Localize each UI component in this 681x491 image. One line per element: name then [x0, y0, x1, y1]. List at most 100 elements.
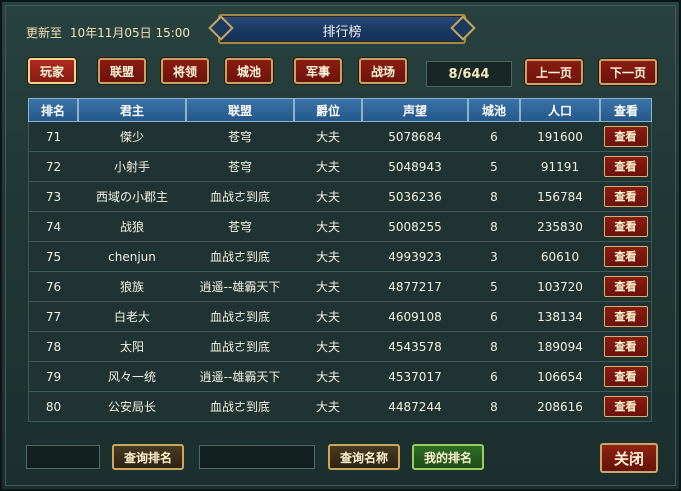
update-time: 更新至 10年11月05日 15:00 [26, 24, 194, 41]
table-header: 排名 君主 联盟 爵位 声望 城池 人口 查看 [28, 98, 652, 122]
prestige-cell: 4609108 [362, 302, 468, 332]
view-cell: 查看 [600, 242, 652, 272]
col-prestige: 声望 [362, 98, 468, 122]
lord-cell: 风々一统 [78, 362, 186, 392]
alliance-cell: 血战ㄜ到底 [186, 332, 294, 362]
table-row: 77 白老大 血战ㄜ到底 大夫 4609108 6 138134 查看 [28, 302, 652, 332]
lord-cell: 西域の小郡主 [78, 182, 186, 212]
view-cell: 查看 [600, 332, 652, 362]
tab-general[interactable]: 将领 [161, 58, 209, 84]
table-row: 74 战狼 苍穹 大夫 5008255 8 235830 查看 [28, 212, 652, 242]
next-page-button[interactable]: 下一页 [599, 59, 657, 85]
rank-cell: 75 [28, 242, 78, 272]
lord-cell: 太阳 [78, 332, 186, 362]
lord-cell: 狼族 [78, 272, 186, 302]
view-button[interactable]: 查看 [603, 186, 648, 207]
title-cell: 大夫 [294, 152, 362, 182]
cities-cell: 8 [468, 212, 520, 242]
table-row: 75 chenjun 血战ㄜ到底 大夫 4993923 3 60610 查看 [28, 242, 652, 272]
my-rank-button[interactable]: 我的排名 [412, 444, 484, 470]
alliance-cell: 血战ㄜ到底 [186, 242, 294, 272]
rank-cell: 71 [28, 122, 78, 152]
cities-cell: 8 [468, 392, 520, 422]
table-row: 80 公安局长 血战ㄜ到底 大夫 4487244 8 208616 查看 [28, 392, 652, 422]
alliance-cell: 苍穹 [186, 122, 294, 152]
prestige-cell: 5078684 [362, 122, 468, 152]
prestige-cell: 4537017 [362, 362, 468, 392]
query-name-button[interactable]: 查询名称 [328, 444, 400, 470]
population-cell: 91191 [520, 152, 600, 182]
view-button[interactable]: 查看 [603, 396, 648, 417]
title-cell: 大夫 [294, 362, 362, 392]
view-button[interactable]: 查看 [603, 156, 648, 177]
tab-player[interactable]: 玩家 [28, 58, 76, 84]
query-rank-button[interactable]: 查询排名 [112, 444, 184, 470]
rank-cell: 78 [28, 332, 78, 362]
cities-cell: 6 [468, 302, 520, 332]
cities-cell: 6 [468, 362, 520, 392]
close-button[interactable]: 关闭 [600, 443, 658, 473]
name-query-input[interactable] [199, 445, 315, 469]
population-cell: 208616 [520, 392, 600, 422]
population-cell: 60610 [520, 242, 600, 272]
prestige-cell: 4487244 [362, 392, 468, 422]
table-row: 71 傑少 苍穹 大夫 5078684 6 191600 查看 [28, 122, 652, 152]
view-button[interactable]: 查看 [603, 336, 648, 357]
lord-cell: 战狼 [78, 212, 186, 242]
cities-cell: 8 [468, 332, 520, 362]
population-cell: 106654 [520, 362, 600, 392]
prestige-cell: 5036236 [362, 182, 468, 212]
rank-cell: 72 [28, 152, 78, 182]
title-cell: 大夫 [294, 392, 362, 422]
tab-military[interactable]: 军事 [294, 58, 342, 84]
cities-cell: 3 [468, 242, 520, 272]
view-button[interactable]: 查看 [603, 216, 648, 237]
view-button[interactable]: 查看 [603, 306, 648, 327]
table-row: 73 西域の小郡主 血战ㄜ到底 大夫 5036236 8 156784 查看 [28, 182, 652, 212]
prev-page-button[interactable]: 上一页 [525, 59, 583, 85]
prestige-cell: 4877217 [362, 272, 468, 302]
alliance-cell: 苍穹 [186, 152, 294, 182]
lord-cell: 傑少 [78, 122, 186, 152]
page-indicator: 8/644 [426, 61, 512, 87]
prestige-cell: 4993923 [362, 242, 468, 272]
title-cell: 大夫 [294, 242, 362, 272]
population-cell: 235830 [520, 212, 600, 242]
lord-cell: 小射手 [78, 152, 186, 182]
title-cell: 大夫 [294, 272, 362, 302]
rank-cell: 73 [28, 182, 78, 212]
population-cell: 189094 [520, 332, 600, 362]
alliance-cell: 血战ㄜ到底 [186, 392, 294, 422]
lord-cell: 白老大 [78, 302, 186, 332]
prestige-cell: 4543578 [362, 332, 468, 362]
rank-cell: 77 [28, 302, 78, 332]
title-cell: 大夫 [294, 182, 362, 212]
title-plaque: 排行榜 [208, 14, 476, 44]
cities-cell: 5 [468, 272, 520, 302]
cities-cell: 8 [468, 182, 520, 212]
lord-cell: chenjun [78, 242, 186, 272]
lord-cell: 公安局长 [78, 392, 186, 422]
table-row: 78 太阳 血战ㄜ到底 大夫 4543578 8 189094 查看 [28, 332, 652, 362]
alliance-cell: 逍遥--雄霸天下 [186, 362, 294, 392]
view-button[interactable]: 查看 [603, 366, 648, 387]
tab-alliance[interactable]: 联盟 [98, 58, 146, 84]
tab-battlefield[interactable]: 战场 [359, 58, 407, 84]
rank-query-input[interactable] [26, 445, 100, 469]
population-cell: 156784 [520, 182, 600, 212]
prestige-cell: 5048943 [362, 152, 468, 182]
view-button[interactable]: 查看 [603, 126, 648, 147]
view-button[interactable]: 查看 [603, 276, 648, 297]
title-cell: 大夫 [294, 302, 362, 332]
tab-city[interactable]: 城池 [225, 58, 273, 84]
view-cell: 查看 [600, 152, 652, 182]
population-cell: 191600 [520, 122, 600, 152]
col-rank: 排名 [28, 98, 78, 122]
rank-cell: 74 [28, 212, 78, 242]
view-cell: 查看 [600, 362, 652, 392]
population-cell: 138134 [520, 302, 600, 332]
alliance-cell: 血战ㄜ到底 [186, 302, 294, 332]
view-cell: 查看 [600, 122, 652, 152]
view-button[interactable]: 查看 [603, 246, 648, 267]
view-cell: 查看 [600, 212, 652, 242]
